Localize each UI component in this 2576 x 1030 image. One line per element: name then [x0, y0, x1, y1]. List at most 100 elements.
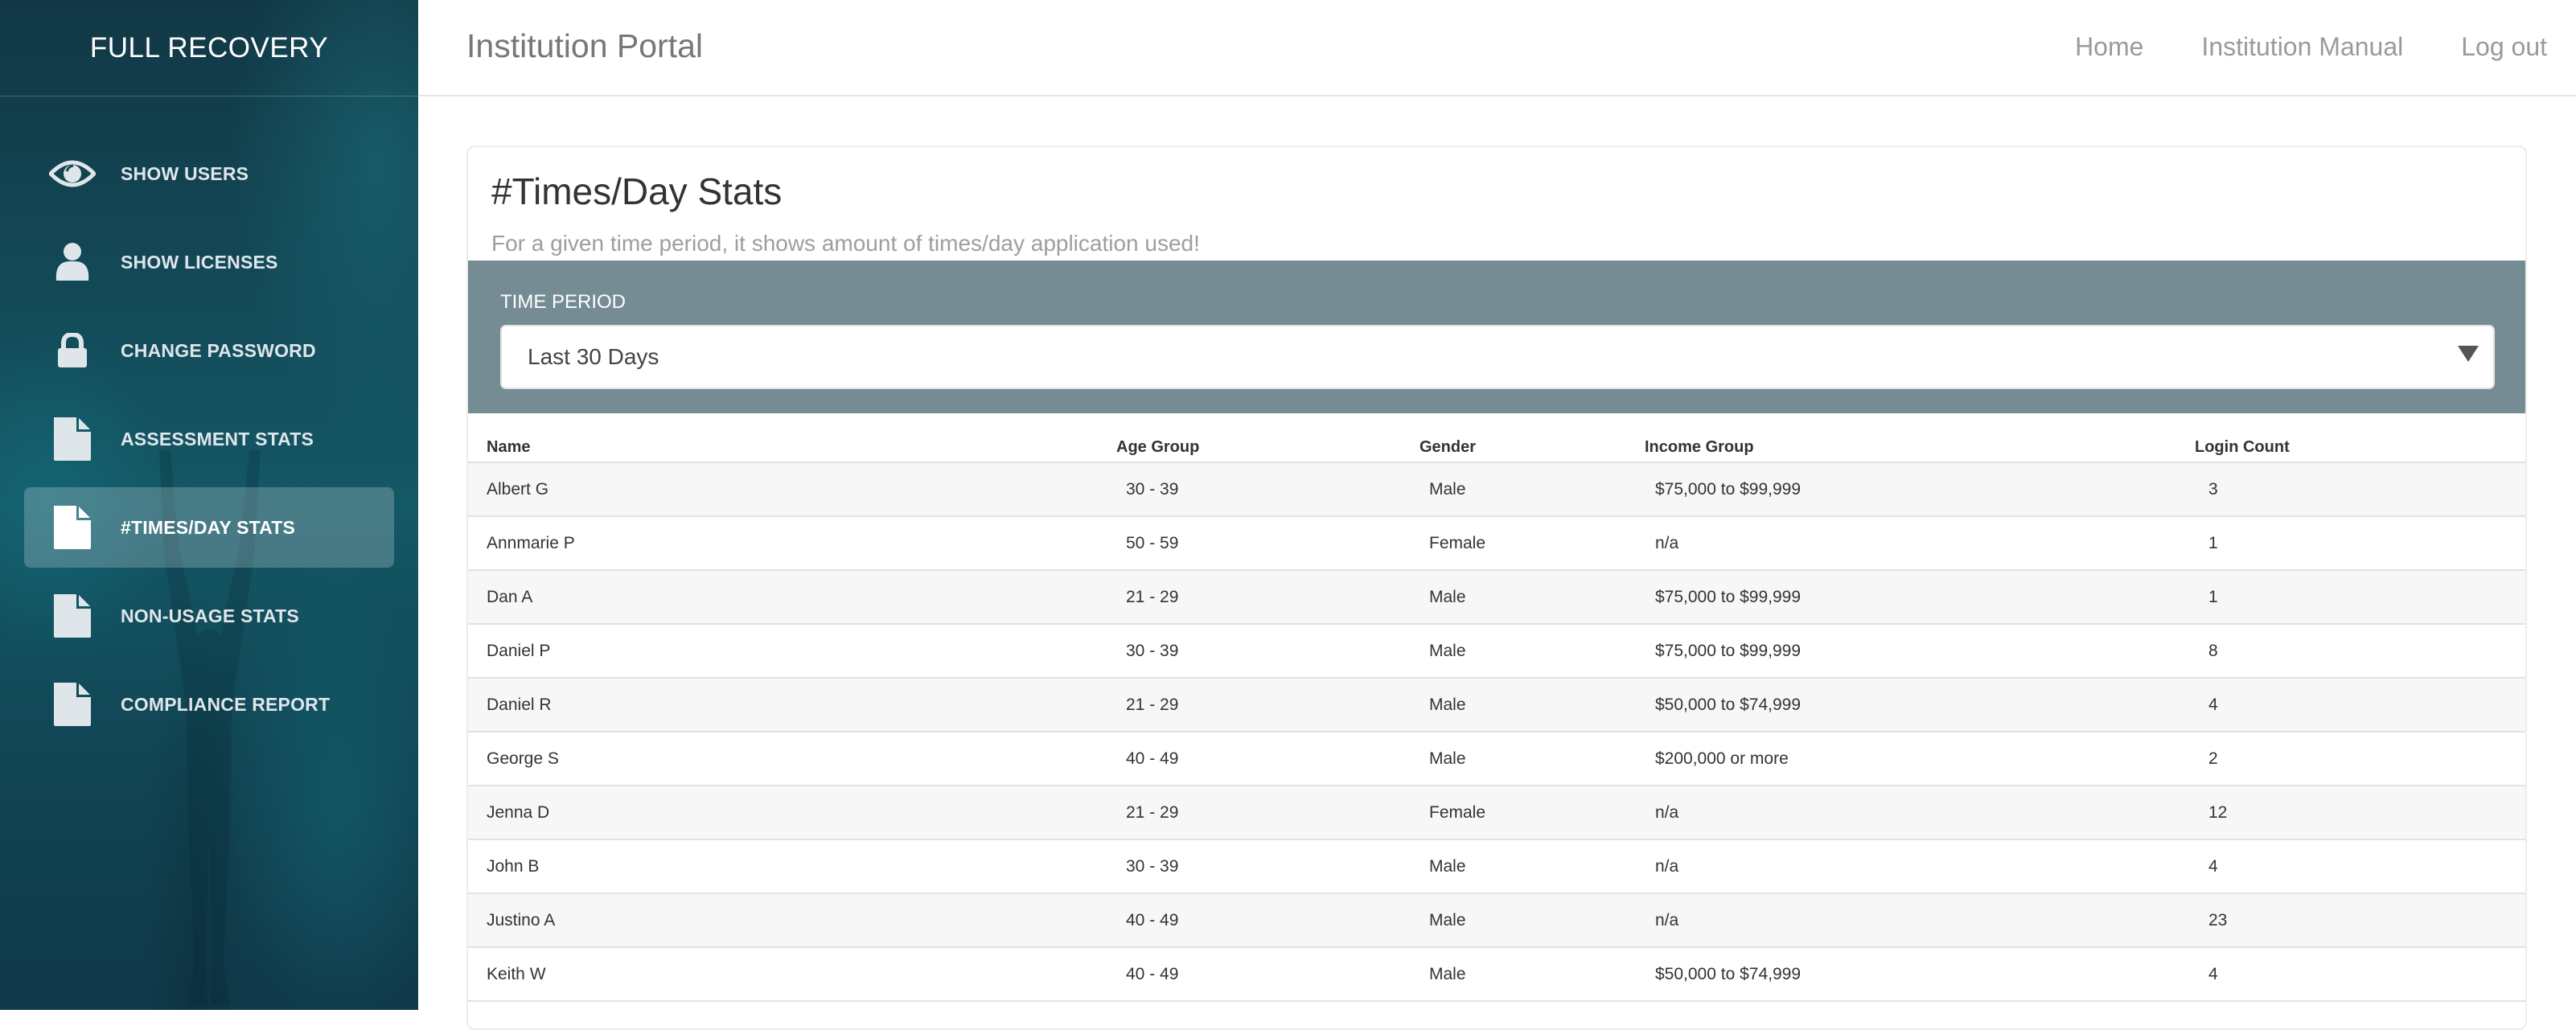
cell-income-group: n/a	[1655, 857, 1679, 876]
cell-income-group: $75,000 to $99,999	[1655, 588, 1802, 606]
cell-gender: Male	[1429, 480, 1466, 499]
cell-income-group: $75,000 to $99,999	[1655, 480, 1802, 499]
cell-name: Annmarie P	[487, 534, 575, 552]
cell-login-count: 1	[2208, 588, 2218, 606]
nav-link-institution-manual[interactable]: Institution Manual	[2201, 32, 2403, 62]
table-row[interactable]: Annmarie P 50 - 59 Female n/a 1	[468, 517, 2525, 571]
sidebar-item-label: CHANGE PASSWORD	[121, 339, 316, 361]
column-header-login-count[interactable]: Login Count	[2195, 438, 2290, 457]
time-period-select[interactable]: Last 30 Days	[500, 325, 2495, 389]
cell-age-group: 30 - 39	[1126, 480, 1179, 499]
sidebar-item-show-users[interactable]: SHOW USERS	[24, 133, 394, 214]
table-header: Name Age Group Gender Income Group Login…	[468, 429, 2525, 463]
cell-login-count: 2	[2208, 749, 2218, 768]
cell-gender: Male	[1429, 588, 1466, 606]
cell-age-group: 40 - 49	[1126, 965, 1179, 983]
cell-gender: Male	[1429, 965, 1466, 983]
document-icon	[48, 592, 97, 640]
brand-logo: FULL RECOVERY	[0, 0, 418, 96]
cell-age-group: 40 - 49	[1126, 911, 1179, 929]
cell-login-count: 23	[2208, 911, 2228, 929]
cell-name: John B	[487, 857, 540, 876]
table-row[interactable]: Justino A 40 - 49 Male n/a 23	[468, 894, 2525, 948]
table-row[interactable]: Daniel R 21 - 29 Male $50,000 to $74,999 4	[468, 679, 2525, 732]
cell-name: Albert G	[487, 480, 549, 499]
eye-icon	[48, 150, 97, 198]
cell-gender: Female	[1429, 534, 1486, 552]
document-icon	[48, 680, 97, 728]
cell-name: Jenna D	[487, 803, 550, 822]
sidebar: FULL RECOVERY SHOW USERS SHOW LICENSES C…	[0, 0, 418, 1010]
stats-table: Name Age Group Gender Income Group Login…	[468, 429, 2525, 1002]
sidebar-item-label: SHOW LICENSES	[121, 251, 278, 273]
cell-income-group: $200,000 or more	[1655, 749, 1789, 768]
cell-age-group: 21 - 29	[1126, 696, 1179, 714]
table-row[interactable]: Dan A 21 - 29 Male $75,000 to $99,999 1	[468, 571, 2525, 625]
page-title: #Times/Day Stats	[491, 170, 783, 212]
sidebar-item-assessment-stats[interactable]: ASSESSMENT STATS	[24, 399, 394, 479]
cell-name: Keith W	[487, 965, 546, 983]
nav-link-home[interactable]: Home	[2075, 32, 2143, 62]
cell-gender: Female	[1429, 803, 1486, 822]
cell-income-group: $75,000 to $99,999	[1655, 642, 1802, 660]
cell-name: Daniel P	[487, 642, 551, 660]
stats-card: #Times/Day Stats For a given time period…	[466, 146, 2527, 1030]
table-row[interactable]: Daniel P 30 - 39 Male $75,000 to $99,999 8	[468, 625, 2525, 679]
table-row[interactable]: Jenna D 21 - 29 Female n/a 12	[468, 786, 2525, 840]
sidebar-item-label: COMPLIANCE REPORT	[121, 693, 331, 715]
column-header-age-group[interactable]: Age Group	[1116, 438, 1199, 457]
cell-income-group: n/a	[1655, 911, 1679, 929]
sidebar-item-label: NON-USAGE STATS	[121, 605, 299, 626]
sidebar-item-non-usage-stats[interactable]: NON-USAGE STATS	[24, 576, 394, 656]
cell-age-group: 21 - 29	[1126, 803, 1179, 822]
cell-age-group: 40 - 49	[1126, 749, 1179, 768]
cell-gender: Male	[1429, 749, 1466, 768]
cell-login-count: 3	[2208, 480, 2218, 499]
cell-name: Dan A	[487, 588, 533, 606]
cell-login-count: 1	[2208, 534, 2218, 552]
portal-title: Institution Portal	[466, 27, 703, 64]
column-header-income-group[interactable]: Income Group	[1645, 438, 1754, 457]
cell-income-group: $50,000 to $74,999	[1655, 696, 1802, 714]
table-row[interactable]: Albert G 30 - 39 Male $75,000 to $99,999 3	[468, 463, 2525, 517]
table-row[interactable]: John B 30 - 39 Male n/a 4	[468, 840, 2525, 894]
cell-name: George S	[487, 749, 559, 768]
cell-gender: Male	[1429, 696, 1466, 714]
column-header-name[interactable]: Name	[487, 438, 530, 457]
page-subtitle: For a given time period, it shows amount…	[491, 231, 1200, 256]
top-header: Institution Portal Home Institution Manu…	[418, 0, 2576, 96]
cell-income-group: $50,000 to $74,999	[1655, 965, 1802, 983]
filter-panel: TIME PERIOD Last 30 Days	[468, 261, 2525, 413]
table-body: Albert G 30 - 39 Male $75,000 to $99,999 3 An…	[468, 463, 2525, 1002]
cell-login-count: 4	[2208, 857, 2218, 876]
time-period-label: TIME PERIOD	[500, 291, 627, 313]
sidebar-item-compliance-report[interactable]: COMPLIANCE REPORT	[24, 664, 394, 745]
cell-gender: Male	[1429, 857, 1466, 876]
cell-gender: Male	[1429, 911, 1466, 929]
document-icon	[48, 503, 97, 552]
sidebar-item-times-day-stats[interactable]: #TIMES/DAY STATS	[24, 487, 394, 568]
dropdown-arrow-icon	[2458, 346, 2479, 362]
table-row[interactable]: George S 40 - 49 Male $200,000 or more 2	[468, 732, 2525, 786]
time-period-selected-value: Last 30 Days	[528, 344, 659, 369]
cell-age-group: 30 - 39	[1126, 642, 1179, 660]
cell-age-group: 50 - 59	[1126, 534, 1179, 552]
column-header-gender[interactable]: Gender	[1419, 438, 1476, 457]
cell-age-group: 21 - 29	[1126, 588, 1179, 606]
sidebar-item-label: SHOW USERS	[121, 162, 249, 184]
nav-link-log-out[interactable]: Log out	[2461, 32, 2547, 62]
sidebar-item-change-password[interactable]: CHANGE PASSWORD	[24, 310, 394, 391]
sidebar-item-show-licenses[interactable]: SHOW LICENSES	[24, 222, 394, 302]
top-nav: Home Institution Manual Log out	[2075, 32, 2547, 62]
cell-income-group: n/a	[1655, 534, 1679, 552]
sidebar-item-label: ASSESSMENT STATS	[121, 428, 314, 449]
cell-gender: Male	[1429, 642, 1466, 660]
table-row[interactable]: Keith W 40 - 49 Male $50,000 to $74,999 4	[468, 948, 2525, 1002]
cell-login-count: 8	[2208, 642, 2218, 660]
cell-name: Justino A	[487, 911, 556, 929]
cell-login-count: 12	[2208, 803, 2228, 822]
document-icon	[48, 415, 97, 463]
lock-icon	[48, 326, 97, 375]
cell-income-group: n/a	[1655, 803, 1679, 822]
cell-age-group: 30 - 39	[1126, 857, 1179, 876]
